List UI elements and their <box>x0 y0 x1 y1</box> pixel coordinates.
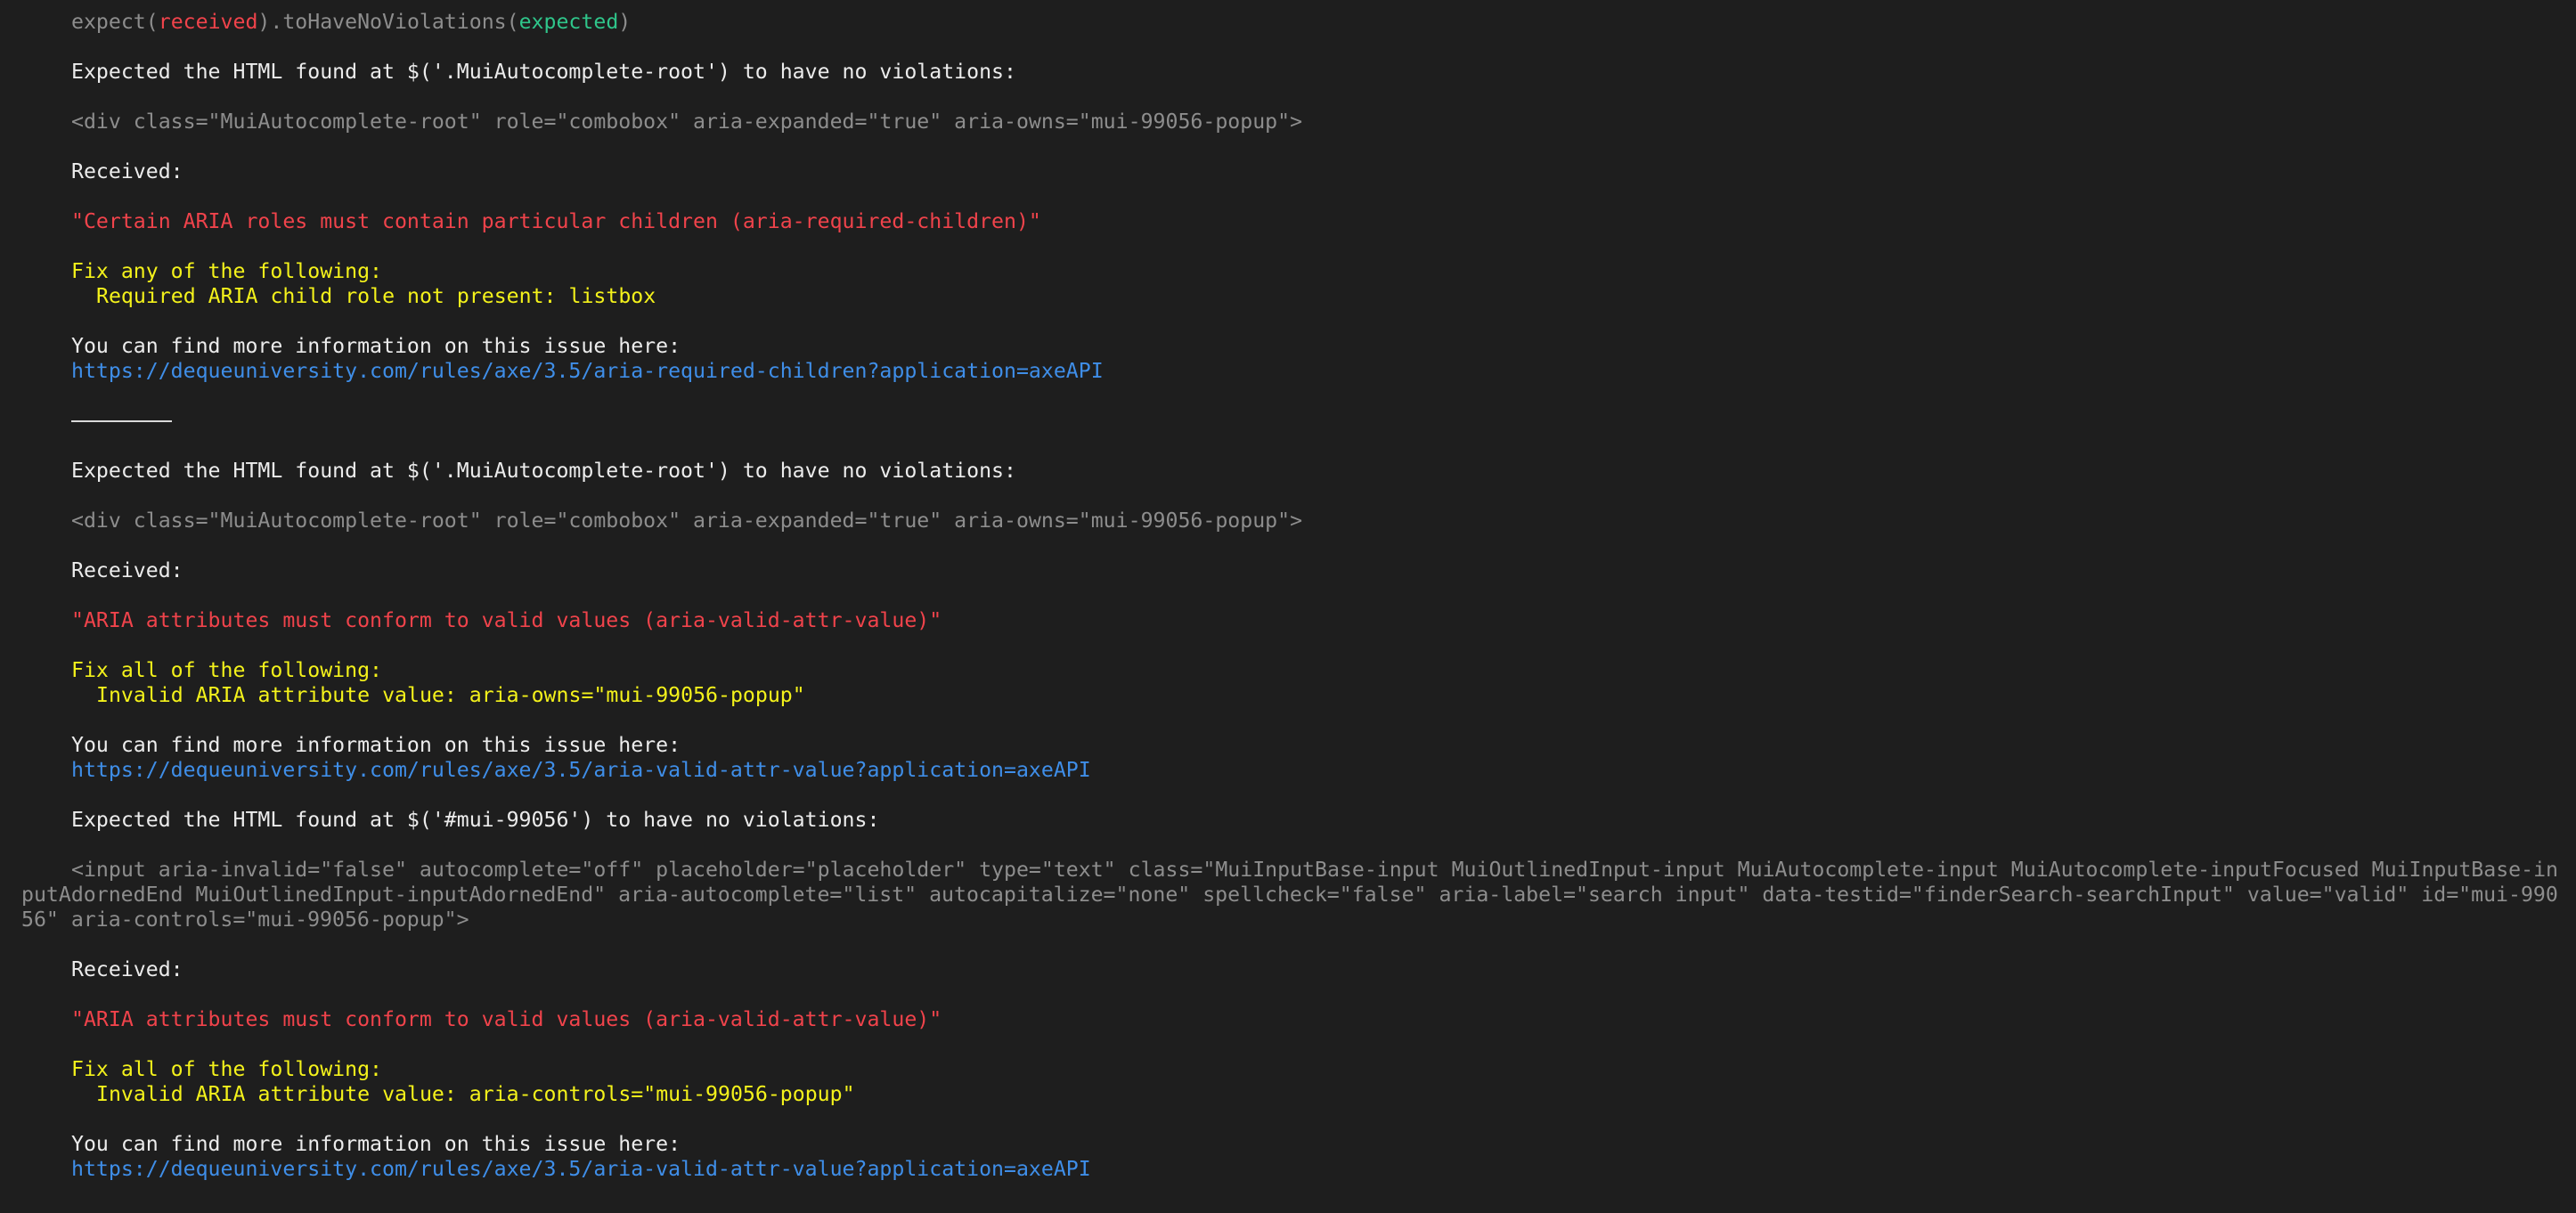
fix-detail: Invalid ARIA attribute value: aria-contr… <box>96 1082 855 1106</box>
separator-line <box>71 420 172 422</box>
fix-heading: Fix any of the following: <box>71 259 383 283</box>
received-word: received <box>158 10 258 34</box>
fix-detail: Required ARIA child role not present: li… <box>96 284 656 308</box>
info-text: You can find more information on this is… <box>71 334 681 358</box>
violation-message: "Certain ARIA roles must contain particu… <box>71 209 1041 233</box>
html-snippet: <div class="MuiAutocomplete-root" role="… <box>71 110 1303 134</box>
info-text: You can find more information on this is… <box>71 1132 681 1156</box>
html-snippet-line: 56" aria-controls="mui-99056-popup"> <box>21 908 469 932</box>
terminal-output: expect(received).toHaveNoViolations(expe… <box>0 0 2576 1213</box>
info-link[interactable]: https://dequeuniversity.com/rules/axe/3.… <box>71 758 1091 783</box>
html-snippet-line: putAdornedEnd MuiOutlinedInput-inputAdor… <box>21 883 2558 907</box>
close-paren: ) <box>618 10 632 34</box>
expect-prefix: expect( <box>71 10 159 34</box>
violation-message: "ARIA attributes must conform to valid v… <box>71 608 942 632</box>
received-label: Received: <box>71 159 183 183</box>
fix-detail: Invalid ARIA attribute value: aria-owns=… <box>96 683 805 707</box>
expected-line: Expected the HTML found at $('.MuiAutoco… <box>71 60 1016 84</box>
received-label: Received: <box>71 957 183 981</box>
html-snippet-line: <input aria-invalid="false" autocomplete… <box>71 858 2559 882</box>
violation-message: "ARIA attributes must conform to valid v… <box>71 1007 942 1031</box>
assertion-header: expect(received).toHaveNoViolations(expe… <box>71 10 631 35</box>
expected-line: Expected the HTML found at $('#mui-99056… <box>71 808 880 832</box>
fix-heading: Fix all of the following: <box>71 1057 383 1081</box>
info-link[interactable]: https://dequeuniversity.com/rules/axe/3.… <box>71 1157 1091 1182</box>
matcher-name: ).toHaveNoViolations( <box>257 10 519 34</box>
fix-heading: Fix all of the following: <box>71 658 383 682</box>
info-text: You can find more information on this is… <box>71 733 681 757</box>
received-label: Received: <box>71 558 183 582</box>
info-link[interactable]: https://dequeuniversity.com/rules/axe/3.… <box>71 359 1104 384</box>
expected-line: Expected the HTML found at $('.MuiAutoco… <box>71 459 1016 483</box>
html-snippet: <div class="MuiAutocomplete-root" role="… <box>71 509 1303 533</box>
expected-word: expected <box>518 10 619 34</box>
